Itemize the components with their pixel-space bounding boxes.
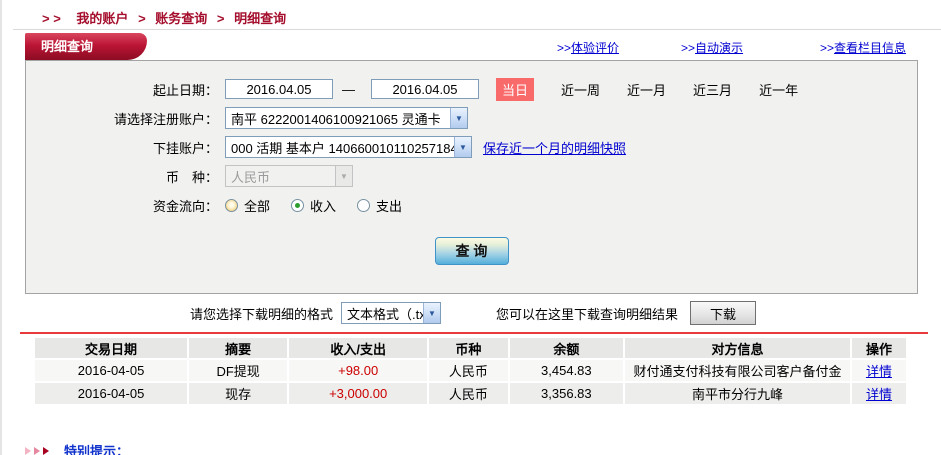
page: > > 我的账户 > 账务查询 > 明细查询 明细查询 >>体验评价 >>自动演… bbox=[0, 0, 941, 455]
chevron-down-icon[interactable]: ▼ bbox=[423, 303, 441, 323]
play-icon bbox=[43, 446, 49, 455]
query-form-panel: 起止日期： — 当日 近一周 近一月 近三月 近一年 请选择注册账户： 南平 6… bbox=[25, 60, 918, 294]
detail-link[interactable]: 详情 bbox=[866, 387, 892, 402]
col-header-date: 交易日期 bbox=[35, 338, 188, 358]
download-button[interactable]: 下载 bbox=[690, 301, 757, 325]
radio-flow-income[interactable] bbox=[291, 198, 305, 212]
cell-counterparty: 南平市分行九峰 bbox=[625, 383, 850, 404]
col-header-summary: 摘要 bbox=[189, 338, 288, 358]
download-format-select[interactable]: 文本格式（.txt） ▼ bbox=[341, 302, 442, 324]
cell-counterparty: 财付通支付科技有限公司客户备付金 bbox=[625, 360, 850, 381]
cell-currency: 人民币 bbox=[429, 383, 508, 404]
col-header-amount: 收入/支出 bbox=[289, 338, 428, 358]
radio-flow-expense-label[interactable]: 支出 bbox=[376, 196, 402, 215]
radio-flow-all-label[interactable]: 全部 bbox=[244, 196, 270, 215]
register-account-value: 南平 6222001406100921065 灵通卡 bbox=[231, 111, 441, 127]
radio-flow-income-label[interactable]: 收入 bbox=[310, 196, 336, 215]
currency-select-disabled: 人民币 ▼ bbox=[225, 165, 353, 187]
radio-flow-expense[interactable] bbox=[357, 198, 371, 212]
panel-tab-detail-query: 明细查询 bbox=[25, 33, 147, 60]
col-header-counterparty: 对方信息 bbox=[625, 338, 850, 358]
col-header-action: 操作 bbox=[851, 338, 906, 358]
query-button[interactable]: 查 询 bbox=[434, 237, 509, 265]
currency-row: 币 种： 人民币 ▼ bbox=[26, 165, 917, 187]
link-experience-rating[interactable]: >>体验评价 bbox=[557, 39, 619, 56]
download-format-label: 请您选择下载明细的格式 bbox=[190, 306, 334, 322]
table-header-row: 交易日期 摘要 收入/支出 币种 余额 对方信息 操作 bbox=[35, 338, 906, 358]
register-account-select[interactable]: 南平 6222001406100921065 灵通卡 ▼ bbox=[225, 107, 468, 129]
quick-range-quarter[interactable]: 近三月 bbox=[693, 80, 732, 99]
chevron-down-icon: ▼ bbox=[335, 166, 352, 186]
chevron-down-icon[interactable]: ▼ bbox=[450, 108, 467, 128]
cell-summary: 现存 bbox=[189, 383, 288, 404]
detail-link[interactable]: 详情 bbox=[866, 364, 892, 379]
special-notice-label: 特别提示： bbox=[64, 444, 130, 455]
date-to-input[interactable] bbox=[371, 79, 479, 99]
sub-account-select[interactable]: 000 活期 基本户 1406600101102571848 ▼ bbox=[225, 136, 472, 158]
table-top-divider bbox=[20, 332, 928, 334]
register-account-label: 请选择注册账户： bbox=[113, 111, 218, 127]
transaction-table: 交易日期 摘要 收入/支出 币种 余额 对方信息 操作 2016-04-05 D… bbox=[33, 336, 908, 406]
chevron-down-icon[interactable]: ▼ bbox=[454, 137, 471, 157]
save-monthly-snapshot-link[interactable]: 保存近一个月的明细快照 bbox=[483, 138, 626, 157]
breadcrumb-separator: > bbox=[216, 11, 225, 26]
col-header-balance: 余额 bbox=[509, 338, 624, 358]
fund-flow-label: 资金流向： bbox=[152, 198, 218, 214]
cell-currency: 人民币 bbox=[429, 360, 508, 381]
panel-tab-label: 明细查询 bbox=[41, 39, 94, 54]
fund-flow-row: 资金流向： 全部 收入 支出 bbox=[26, 194, 917, 216]
download-format-value: 文本格式（.txt） bbox=[347, 306, 424, 322]
breadcrumb-separator: > bbox=[138, 11, 146, 26]
sub-account-row: 下挂账户： 000 活期 基本户 1406600101102571848 ▼ 保… bbox=[26, 136, 917, 158]
quick-range-year[interactable]: 近一年 bbox=[759, 80, 798, 99]
cell-date: 2016-04-05 bbox=[35, 383, 188, 404]
play-icon bbox=[25, 446, 31, 455]
today-filter-badge[interactable]: 当日 bbox=[496, 77, 535, 101]
query-button-row: 查 询 bbox=[26, 237, 917, 265]
divider bbox=[13, 29, 941, 30]
date-range-label: 起止日期： bbox=[152, 82, 218, 98]
table-row: 2016-04-05 DF提现 +98.00 人民币 3,454.83 财付通支… bbox=[35, 360, 906, 381]
cell-date: 2016-04-05 bbox=[35, 360, 188, 381]
quick-range-week[interactable]: 近一周 bbox=[561, 80, 600, 99]
link-auto-demo[interactable]: >>自动演示 bbox=[681, 39, 743, 56]
breadcrumb: > > 我的账户 > 账务查询 > 明细查询 bbox=[42, 8, 286, 27]
quick-range-month[interactable]: 近一月 bbox=[627, 80, 666, 99]
breadcrumb-item-account-query[interactable]: 账务查询 bbox=[155, 11, 207, 26]
cell-summary: DF提现 bbox=[189, 360, 288, 381]
breadcrumb-item-my-account[interactable]: 我的账户 bbox=[76, 11, 128, 26]
special-notice-row: 特别提示： bbox=[25, 441, 129, 455]
download-row: 请您选择下载明细的格式 文本格式（.txt） ▼ 您可以在这里下载查询明细结果 … bbox=[0, 301, 941, 325]
cell-amount: +3,000.00 bbox=[289, 383, 428, 404]
sub-account-label: 下挂账户： bbox=[152, 140, 218, 156]
date-separator: — bbox=[342, 81, 355, 97]
cell-balance: 3,356.83 bbox=[509, 383, 624, 404]
link-view-column-info[interactable]: >>查看栏目信息 bbox=[820, 39, 906, 56]
download-hint: 您可以在这里下载查询明细结果 bbox=[496, 306, 679, 322]
currency-value: 人民币 bbox=[231, 169, 271, 185]
radio-flow-all[interactable] bbox=[225, 198, 238, 212]
sub-account-value: 000 活期 基本户 1406600101102571848 bbox=[231, 140, 454, 156]
cell-amount: +98.00 bbox=[289, 360, 428, 381]
currency-label: 币 种： bbox=[165, 169, 218, 185]
register-account-row: 请选择注册账户： 南平 6222001406100921065 灵通卡 ▼ bbox=[26, 107, 917, 129]
page-left-border bbox=[0, 0, 2, 455]
date-from-input[interactable] bbox=[225, 79, 333, 99]
cell-balance: 3,454.83 bbox=[509, 360, 624, 381]
table-row: 2016-04-05 现存 +3,000.00 人民币 3,356.83 南平市… bbox=[35, 383, 906, 404]
col-header-currency: 币种 bbox=[429, 338, 508, 358]
breadcrumb-item-detail-query[interactable]: 明细查询 bbox=[234, 11, 286, 26]
date-range-row: 起止日期： — 当日 近一周 近一月 近三月 近一年 bbox=[26, 77, 917, 101]
breadcrumb-prefix: > > bbox=[42, 11, 61, 26]
play-icon bbox=[34, 446, 40, 455]
